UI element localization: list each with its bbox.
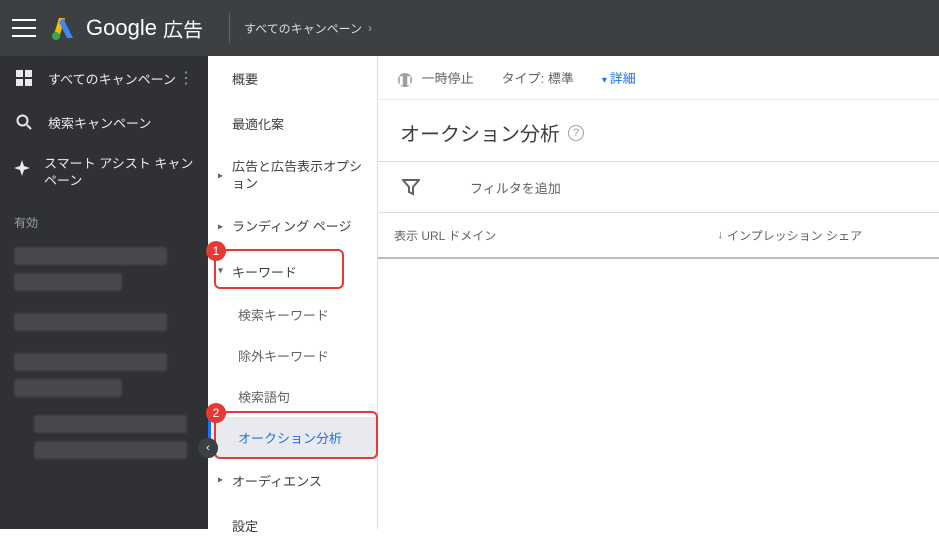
- divider: [229, 13, 230, 43]
- secnav-settings[interactable]: 設定: [208, 503, 377, 548]
- secnav-search-terms[interactable]: 検索語句: [208, 376, 377, 417]
- list-item[interactable]: [34, 441, 187, 459]
- filter-bar[interactable]: フィルタを追加: [378, 161, 939, 213]
- paused-label: 一時停止: [422, 71, 474, 86]
- secnav-ads-extensions[interactable]: 広告と広告表示オプション: [208, 146, 377, 206]
- list-item[interactable]: [34, 415, 187, 433]
- search-icon: [14, 112, 34, 132]
- filter-icon: [400, 176, 422, 198]
- pause-icon: ❚❚: [398, 73, 412, 87]
- left-sidebar: すべてのキャンペーン ⋮ 検索キャンペーン スマート アシスト キャンペーン 有…: [0, 56, 208, 529]
- list-item[interactable]: [14, 353, 167, 371]
- type-label: タイプ:: [502, 71, 545, 86]
- filter-placeholder: フィルタを追加: [470, 178, 561, 197]
- th-impression-share[interactable]: ↓ インプレッション シェア: [668, 227, 878, 244]
- th-impshare-label: インプレッション シェア: [727, 227, 862, 244]
- secnav-landing-pages[interactable]: ランディング ページ: [208, 206, 377, 249]
- sidebar-item-label: すべてのキャンペーン: [48, 69, 176, 88]
- breadcrumb[interactable]: すべてのキャンペーン ›: [244, 20, 378, 37]
- secnav-keywords[interactable]: キーワード: [208, 249, 377, 294]
- sidebar-section-label: 有効: [0, 202, 208, 237]
- product-name: Google: [86, 15, 157, 41]
- main-content: ❚❚ 一時停止 タイプ: 標準 詳細 オークション分析 ? フィルタを追加 表示…: [378, 56, 939, 529]
- sidebar-item-smart-campaigns[interactable]: スマート アシスト キャンペーン: [0, 144, 208, 202]
- breadcrumb-text: すべてのキャンペーン: [244, 20, 362, 37]
- page-title: オークション分析: [400, 118, 560, 147]
- help-icon[interactable]: ?: [568, 125, 584, 141]
- secnav-search-keywords[interactable]: 検索キーワード: [208, 294, 377, 335]
- product-logo[interactable]: Google 広告: [50, 14, 203, 43]
- list-item[interactable]: [14, 273, 122, 291]
- list-item[interactable]: [14, 313, 167, 331]
- grid-icon: [14, 68, 34, 88]
- chevron-right-icon: ›: [368, 21, 372, 35]
- status-type: タイプ: 標準: [502, 68, 574, 87]
- status-paused: ❚❚ 一時停止: [398, 68, 474, 88]
- secondary-nav: 概要 最適化案 広告と広告表示オプション ランディング ページ 1 キーワード …: [208, 56, 378, 529]
- sidebar-item-all-campaigns[interactable]: すべてのキャンペーン ⋮: [0, 56, 208, 100]
- th-domain-label: 表示 URL ドメイン: [394, 227, 496, 244]
- sort-desc-icon: ↓: [718, 229, 724, 241]
- type-value: 標準: [548, 71, 574, 86]
- menu-icon[interactable]: [12, 16, 36, 40]
- secnav-auction-insights[interactable]: オークション分析: [208, 417, 377, 458]
- status-bar: ❚❚ 一時停止 タイプ: 標準 詳細: [378, 56, 939, 100]
- sparkle-icon: [14, 158, 30, 178]
- more-icon[interactable]: ⋮: [178, 68, 194, 88]
- table-header-row: 表示 URL ドメイン ↓ インプレッション シェア: [378, 213, 939, 259]
- secnav-audiences[interactable]: オーディエンス: [208, 458, 377, 503]
- secnav-overview[interactable]: 概要: [208, 56, 377, 101]
- details-link[interactable]: 詳細: [602, 68, 636, 87]
- collapse-nav-button[interactable]: ‹: [198, 438, 218, 458]
- ads-logo-icon: [50, 16, 76, 40]
- sidebar-item-search-campaigns[interactable]: 検索キャンペーン: [0, 100, 208, 144]
- secnav-negative-keywords[interactable]: 除外キーワード: [208, 335, 377, 376]
- app-header: Google 広告 すべてのキャンペーン ›: [0, 0, 939, 56]
- sidebar-item-label: スマート アシスト キャンペーン: [44, 156, 194, 190]
- th-domain[interactable]: 表示 URL ドメイン: [378, 227, 668, 244]
- sidebar-campaign-list: [0, 237, 208, 477]
- secnav-recommendations[interactable]: 最適化案: [208, 101, 377, 146]
- list-item[interactable]: [14, 247, 167, 265]
- page-title-row: オークション分析 ?: [378, 100, 939, 161]
- sidebar-item-label: 検索キャンペーン: [48, 113, 151, 132]
- product-suffix: 広告: [163, 14, 203, 43]
- list-item[interactable]: [14, 379, 122, 397]
